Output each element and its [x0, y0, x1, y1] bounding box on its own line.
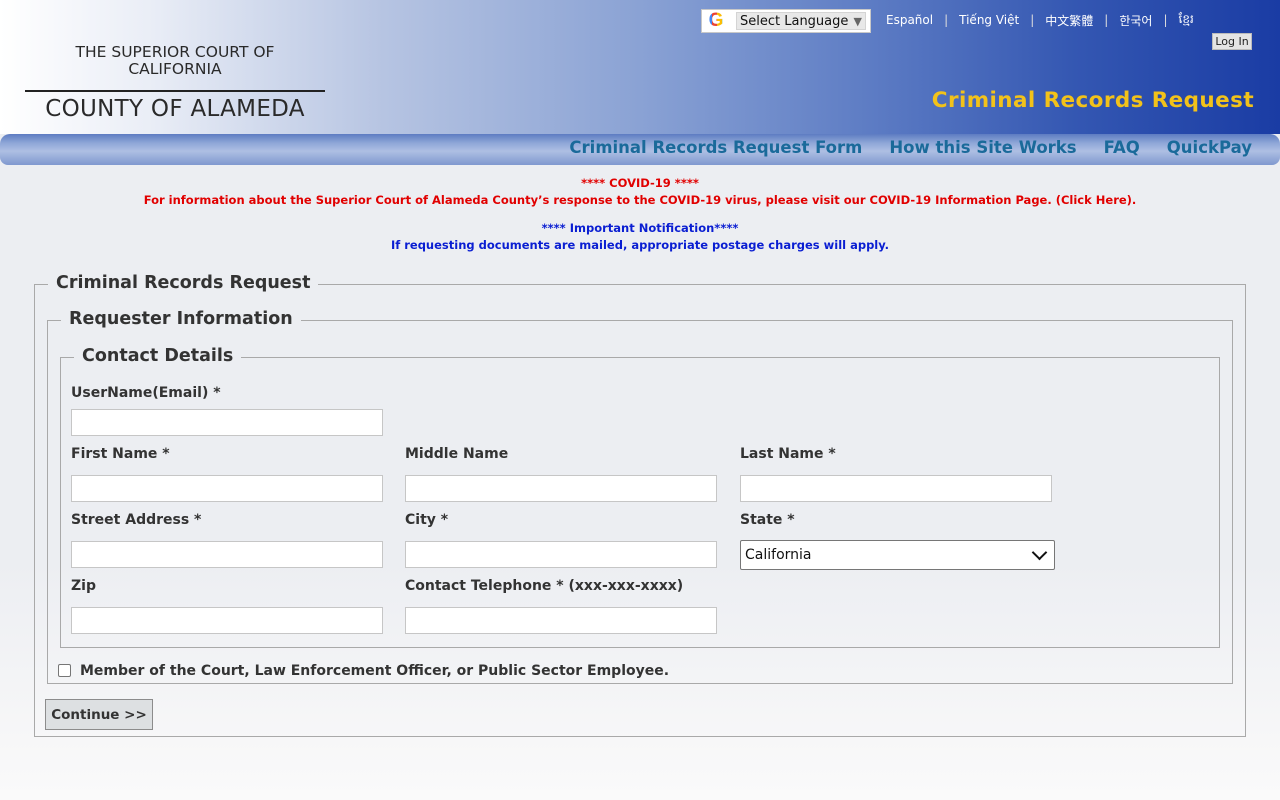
zip-label: Zip [71, 578, 96, 594]
state-select[interactable]: California [740, 540, 1055, 570]
street-address-input[interactable] [71, 541, 383, 568]
lang-link-vietnamese[interactable]: Tiếng Việt [959, 13, 1019, 27]
separator: | [1104, 13, 1109, 27]
username-input[interactable] [71, 409, 383, 436]
county-name: COUNTY OF ALAMEDA [45, 96, 305, 122]
nav-how-site-works[interactable]: How this Site Works [889, 138, 1076, 157]
court-name-line2: CALIFORNIA [128, 60, 222, 78]
language-links: Español | Tiếng Việt | 中文繁體 | 한국어 | ខ្មែ… [886, 11, 1194, 29]
lang-link-chinese[interactable]: 中文繁體 [1045, 12, 1093, 29]
header-divider [25, 90, 325, 92]
separator: | [1163, 13, 1168, 27]
state-label: State * [740, 512, 795, 528]
important-notice-text: If requesting documents are mailed, appr… [390, 238, 890, 252]
city-input[interactable] [405, 541, 717, 568]
zip-input[interactable] [71, 607, 383, 634]
contact-legend: Contact Details [74, 346, 242, 366]
site-title: Criminal Records Request [931, 88, 1254, 113]
first-name-label: First Name * [71, 446, 170, 462]
language-select-label: Select Language [740, 13, 849, 29]
covid-notice-link[interactable]: For information about the Superior Court… [0, 193, 1280, 207]
middle-name-label: Middle Name [405, 446, 509, 462]
last-name-input[interactable] [740, 475, 1052, 502]
court-name: THE SUPERIOR COURT OF CALIFORNIA [25, 44, 325, 78]
public-sector-checkbox-label[interactable]: Member of the Court, Law Enforcement Off… [80, 663, 669, 679]
nav-records-request-form[interactable]: Criminal Records Request Form [569, 138, 862, 157]
phone-input[interactable] [405, 607, 717, 634]
last-name-label: Last Name * [740, 446, 836, 462]
chevron-down-icon [1031, 544, 1048, 561]
state-select-value: California [745, 547, 812, 563]
username-label: UserName(Email) * [71, 385, 221, 401]
lang-link-spanish[interactable]: Español [886, 13, 933, 27]
phone-label: Contact Telephone * (xxx-xxx-xxxx) [405, 578, 684, 594]
continue-button[interactable]: Continue >> [45, 699, 153, 730]
site-header: THE SUPERIOR COURT OF CALIFORNIA COUNTY … [0, 0, 1280, 134]
first-name-input[interactable] [71, 475, 383, 502]
lang-link-korean[interactable]: 한국어 [1119, 12, 1152, 29]
middle-name-input[interactable] [405, 475, 717, 502]
separator: | [944, 13, 949, 27]
nav-quickpay[interactable]: QuickPay [1167, 138, 1252, 157]
important-notice-title: **** Important Notification**** [541, 221, 739, 235]
city-label: City * [405, 512, 449, 528]
dropdown-arrow-icon: ▼ [853, 14, 862, 28]
separator: | [1030, 13, 1035, 27]
public-sector-checkbox[interactable] [58, 664, 71, 677]
contact-fieldset: Contact Details [60, 346, 1220, 648]
lang-link-khmer[interactable]: ខ្មែរ [1179, 11, 1194, 29]
main-nav: Criminal Records Request Form How this S… [0, 134, 1280, 165]
language-select[interactable]: Select Language ▼ [736, 12, 866, 30]
street-address-label: Street Address * [71, 512, 202, 528]
court-name-line1: THE SUPERIOR COURT OF [75, 43, 275, 61]
google-translate-widget[interactable]: G Select Language ▼ [701, 9, 871, 33]
google-g-icon: G [704, 10, 728, 32]
covid-notice-title: **** COVID-19 **** [581, 176, 699, 190]
nav-faq[interactable]: FAQ [1104, 138, 1140, 157]
login-button[interactable]: Log In [1212, 33, 1252, 50]
requester-legend: Requester Information [61, 309, 301, 329]
records-request-legend: Criminal Records Request [48, 273, 319, 293]
